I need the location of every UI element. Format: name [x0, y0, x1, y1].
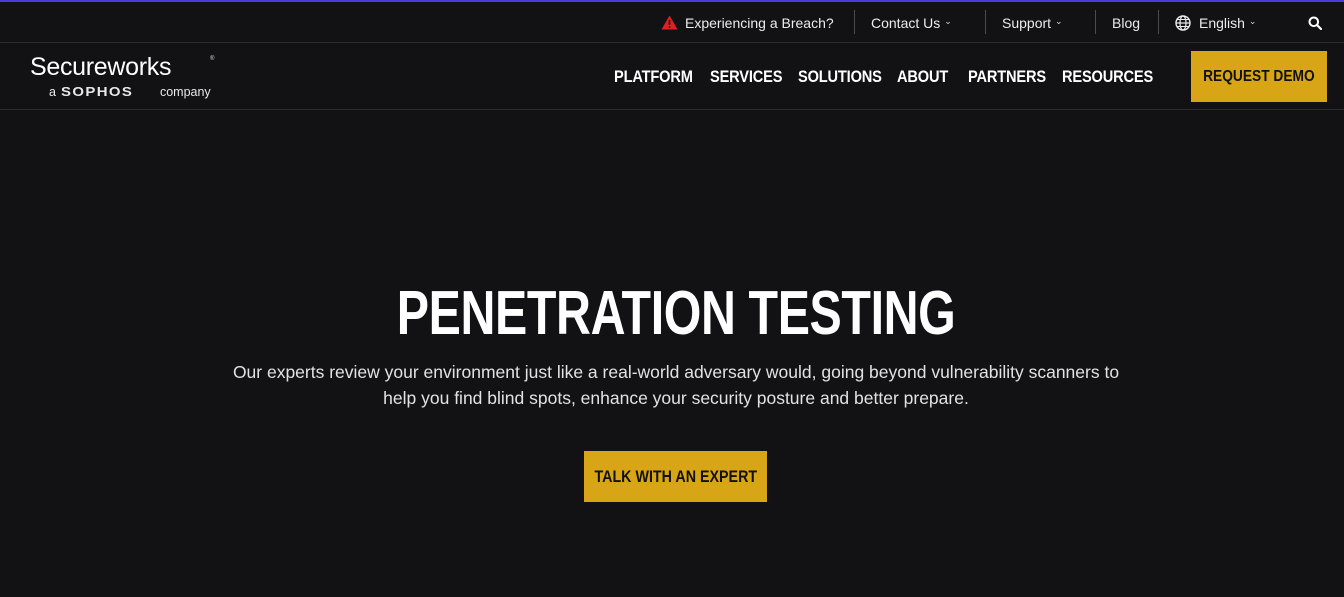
nav-partners[interactable]: PARTNERS	[968, 43, 1046, 110]
divider	[1158, 10, 1159, 34]
support-dropdown[interactable]: Support ⌄	[1002, 2, 1063, 43]
hero-description: Our experts review your environment just…	[232, 362, 1120, 408]
hero-title: PENETRATION TESTING	[0, 279, 1344, 349]
nav-resources[interactable]: RESOURCES	[1062, 43, 1153, 110]
talk-with-expert-label: TALK WITH AN EXPERT	[594, 466, 757, 486]
blog-label: Blog	[1112, 14, 1141, 31]
blog-link[interactable]: Blog	[1112, 2, 1140, 43]
main-nav: Secureworks ® a SOPHOS company PLATFORM …	[0, 43, 1344, 110]
support-label: Support	[1002, 14, 1052, 31]
search-icon	[1308, 16, 1322, 30]
warning-icon	[661, 15, 678, 30]
registered-mark: ®	[210, 56, 215, 62]
nav-about[interactable]: ABOUT	[897, 43, 948, 110]
logo-tagline: a SOPHOS company	[49, 84, 211, 99]
contact-us-dropdown[interactable]: Contact Us ⌄	[871, 2, 952, 43]
request-demo-button[interactable]: REQUEST DEMO	[1191, 51, 1327, 102]
secureworks-logo[interactable]: Secureworks ® a SOPHOS company	[30, 53, 220, 101]
hero-title-text: PENETRATION TESTING	[396, 279, 956, 348]
divider	[854, 10, 855, 34]
utility-bar: Experiencing a Breach? Contact Us ⌄ Supp…	[0, 2, 1344, 43]
nav-services[interactable]: SERVICES	[710, 43, 782, 110]
divider	[1095, 10, 1096, 34]
logo-tag-brand: SOPHOS	[60, 84, 134, 99]
nav-solutions[interactable]: SOLUTIONS	[798, 43, 882, 110]
nav-platform[interactable]: PLATFORM	[614, 43, 693, 110]
language-label: English	[1199, 14, 1245, 31]
breach-link[interactable]: Experiencing a Breach?	[661, 2, 834, 43]
chevron-down-icon: ⌄	[1248, 16, 1257, 26]
search-button[interactable]	[1308, 2, 1322, 43]
globe-icon	[1175, 14, 1191, 31]
contact-us-label: Contact Us	[871, 14, 941, 31]
language-selector[interactable]: English ⌄	[1175, 2, 1256, 43]
chevron-down-icon: ⌄	[1055, 16, 1063, 26]
logo-wordmark: Secureworks	[30, 53, 172, 81]
logo-tag-prefix: a	[49, 84, 56, 99]
talk-with-expert-button[interactable]: TALK WITH AN EXPERT	[584, 451, 767, 502]
chevron-down-icon: ⌄	[944, 16, 952, 26]
divider	[985, 10, 986, 34]
request-demo-label: REQUEST DEMO	[1203, 67, 1315, 85]
hero-section: PENETRATION TESTING Our experts review y…	[0, 111, 1344, 597]
breach-label: Experiencing a Breach?	[685, 14, 834, 31]
